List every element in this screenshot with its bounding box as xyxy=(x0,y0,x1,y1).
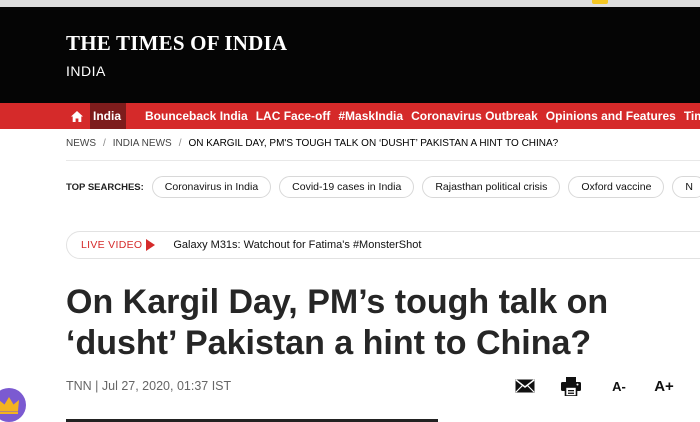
top-strip-indicator xyxy=(592,0,608,4)
print-icon[interactable] xyxy=(560,374,582,398)
font-increase-button[interactable]: A+ xyxy=(652,374,676,398)
section-nav: India Bounceback India LAC Face-off #Mas… xyxy=(0,103,700,129)
search-chip[interactable]: Coronavirus in India xyxy=(151,176,272,198)
article-headline: On Kargil Day, PM’s tough talk on ‘dusht… xyxy=(66,283,609,362)
live-video-label: LIVE VIDEO xyxy=(81,239,143,251)
nav-item-bounceback-india[interactable]: Bounceback India xyxy=(145,103,248,129)
crown-icon xyxy=(0,397,19,414)
breadcrumb-current: ON KARGIL DAY, PM'S TOUGH TALK ON ‘DUSHT… xyxy=(188,138,559,149)
breadcrumb-separator: / xyxy=(103,138,106,149)
top-searches: TOP SEARCHES: Coronavirus in India Covid… xyxy=(66,176,700,198)
font-decrease-button[interactable]: A- xyxy=(608,374,630,398)
live-video-title[interactable]: Galaxy M31s: Watchout for Fatima's #Mons… xyxy=(173,239,421,251)
crown-badge[interactable] xyxy=(0,388,26,422)
home-icon[interactable] xyxy=(64,103,90,129)
breadcrumb-news[interactable]: NEWS xyxy=(66,138,96,149)
nav-item-coronavirus-outbreak[interactable]: Coronavirus Outbreak xyxy=(411,103,538,129)
breadcrumb: NEWS / INDIA NEWS / ON KARGIL DAY, PM'S … xyxy=(66,138,558,149)
nav-list: Bounceback India LAC Face-off #MaskIndia… xyxy=(145,103,700,129)
masthead: THE TIMES OF INDIA INDIA xyxy=(0,7,700,103)
live-video-bar[interactable]: LIVE VIDEO Galaxy M31s: Watchout for Fat… xyxy=(66,231,700,259)
divider xyxy=(66,160,700,161)
nav-item-india[interactable]: India xyxy=(90,103,127,129)
play-icon[interactable] xyxy=(146,239,156,251)
nav-item-times-evoke[interactable]: Times Evoke xyxy=(684,103,700,129)
browser-top-strip xyxy=(0,0,700,7)
search-chip[interactable]: Oxford vaccine xyxy=(568,176,665,198)
breadcrumb-separator: / xyxy=(178,138,182,149)
article-byline: TNN | Jul 27, 2020, 01:37 IST xyxy=(66,379,232,393)
nav-item-mask-india[interactable]: #MaskIndia xyxy=(338,103,403,129)
nav-item-lac-face-off[interactable]: LAC Face-off xyxy=(256,103,331,129)
search-chip[interactable]: N xyxy=(672,176,700,198)
breadcrumb-india-news[interactable]: INDIA NEWS xyxy=(113,138,172,149)
search-chip[interactable]: Rajasthan political crisis xyxy=(422,176,561,198)
mail-icon[interactable] xyxy=(514,374,536,398)
search-chip[interactable]: Covid-19 cases in India xyxy=(279,176,415,198)
nav-item-opinions-features[interactable]: Opinions and Features xyxy=(546,103,676,129)
edition-label: INDIA xyxy=(66,63,106,79)
site-logo[interactable]: THE TIMES OF INDIA xyxy=(66,31,287,56)
top-searches-label: TOP SEARCHES: xyxy=(66,181,144,193)
